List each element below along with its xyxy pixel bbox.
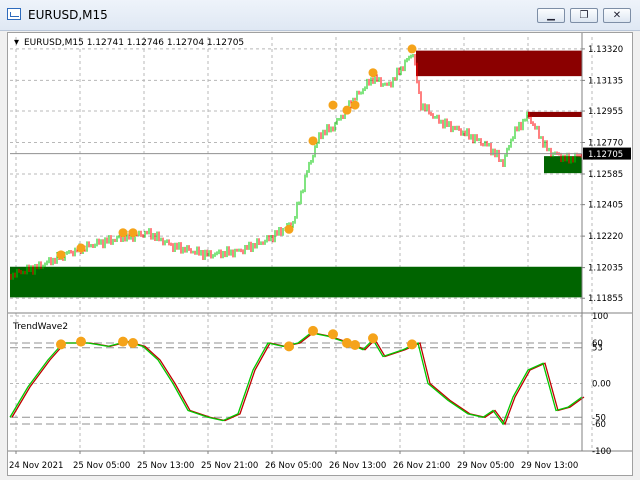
price-tick-label: 1.12585	[588, 170, 623, 180]
signal-dot	[128, 228, 138, 238]
chart-panel[interactable]: 1.13320 1.13135 1.12955 1.12770 1.12585 1.124…	[7, 32, 633, 476]
price-chart[interactable]: 1.13320 1.13135 1.12955 1.12770 1.12585 1.124…	[8, 33, 632, 475]
window-title: EURUSD,M15	[28, 8, 108, 22]
wave-slow-line	[11, 332, 585, 426]
signal-dot	[342, 105, 352, 115]
signal-dot	[308, 136, 318, 146]
price-tick-label: 1.13320	[588, 45, 623, 55]
indicator-tick-label: 53	[592, 344, 603, 354]
minimize-icon: ▁	[547, 10, 555, 21]
time-tick-label: 29 Nov 13:00	[521, 461, 578, 471]
restore-icon: ❐	[579, 10, 589, 21]
time-tick-label: 29 Nov 05:00	[457, 461, 514, 471]
signal-dot	[407, 44, 417, 54]
indicator-tick-label: -60	[592, 420, 606, 430]
indicator-signal-dot	[407, 339, 417, 350]
price-tick-label: 1.12220	[588, 232, 623, 242]
indicator-signal-dot	[350, 340, 360, 351]
indicator-signal-dot	[328, 329, 338, 340]
signal-dot	[56, 250, 66, 260]
indicator-tick-label: 0.00	[592, 380, 611, 390]
indicator-signal-dot	[56, 339, 66, 350]
wave-fast-line	[9, 332, 583, 426]
chart-header-arrow-icon[interactable]: ▾	[14, 37, 19, 48]
close-button[interactable]: ✕	[603, 8, 631, 23]
chart-header: EURUSD,M15 1.12741 1.12746 1.12704 1.127…	[24, 38, 244, 48]
price-tick-label: 1.12035	[588, 264, 623, 274]
demand-zone	[10, 266, 582, 298]
close-icon: ✕	[612, 10, 622, 21]
time-tick-label: 25 Nov 21:00	[201, 461, 258, 471]
indicator-tick-label: -100	[592, 447, 611, 457]
signal-dot	[368, 68, 378, 78]
signal-dot	[328, 100, 338, 110]
price-tick-label: 1.13135	[588, 76, 623, 86]
indicator-tick-label: 100	[592, 312, 608, 322]
indicator-signal-dot	[284, 341, 294, 352]
supply-zone	[528, 111, 582, 117]
indicator-signal-dot	[368, 333, 378, 344]
window-titlebar: EURUSD,M15 ▁ ❐ ✕	[0, 0, 640, 31]
time-tick-label: 25 Nov 13:00	[137, 461, 194, 471]
supply-zone	[416, 50, 582, 77]
time-tick-label: 26 Nov 13:00	[329, 461, 386, 471]
time-tick-label: 26 Nov 05:00	[265, 461, 322, 471]
current-price-label: 1.12705	[588, 150, 623, 160]
price-tick-label: 1.12770	[588, 139, 623, 149]
indicator-signal-dot	[76, 336, 86, 347]
signal-dot	[118, 228, 128, 238]
price-tick-label: 1.12405	[588, 201, 623, 211]
signal-dot	[284, 224, 294, 234]
minimize-button[interactable]: ▁	[537, 8, 565, 23]
indicator-signal-dot	[128, 338, 138, 348]
restore-button[interactable]: ❐	[570, 8, 598, 23]
price-tick-label: 1.12955	[588, 107, 623, 117]
time-tick-label: 26 Nov 21:00	[393, 461, 450, 471]
price-tick-label: 1.11855	[588, 294, 623, 304]
indicator-signal-dot	[118, 336, 128, 347]
indicator-name: TrendWave2	[12, 322, 68, 332]
indicator-signal-dot	[308, 325, 318, 336]
time-tick-label: 25 Nov 05:00	[73, 461, 130, 471]
time-tick-label: 24 Nov 2021	[9, 461, 63, 471]
signal-dot	[350, 100, 360, 110]
signal-dot	[76, 243, 86, 253]
chart-window-icon	[7, 8, 21, 20]
